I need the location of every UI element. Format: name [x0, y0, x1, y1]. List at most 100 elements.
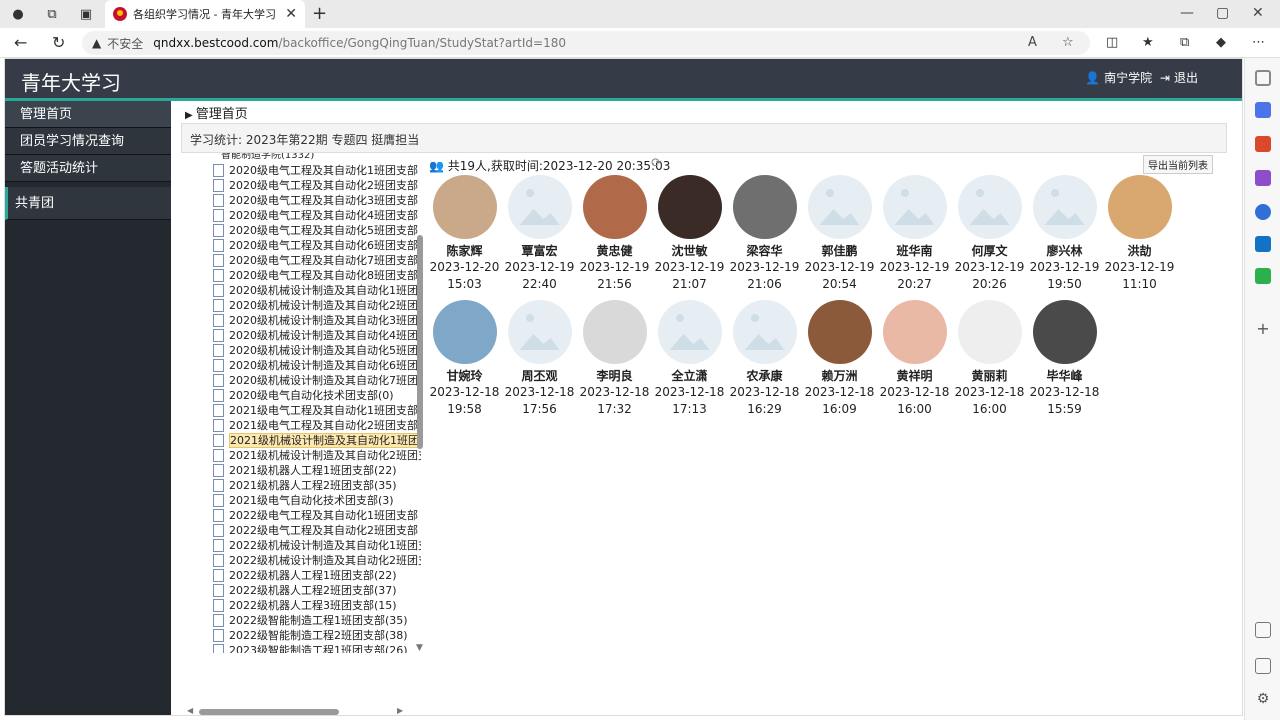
- copilot-icon[interactable]: [1255, 204, 1271, 220]
- tree-node-label: 2020级机械设计制造及其自动化6班团支部: [229, 359, 421, 372]
- sidebar-toggle-icon[interactable]: [1255, 658, 1271, 674]
- scroll-thumb[interactable]: [417, 235, 423, 449]
- close-tab-icon[interactable]: ✕: [285, 6, 297, 22]
- tree-node[interactable]: 2022级机器人工程2班团支部(37): [191, 583, 421, 598]
- tree-node[interactable]: 2021级机械设计制造及其自动化1班团支部: [191, 433, 421, 448]
- tree-node[interactable]: 2022级电气工程及其自动化2班团支部: [191, 523, 421, 538]
- add-icon[interactable]: +: [1255, 321, 1271, 338]
- tree-node[interactable]: 2020级机械设计制造及其自动化1班团支部: [191, 283, 421, 298]
- settings-icon[interactable]: ⚙: [1255, 692, 1271, 708]
- tree-node[interactable]: 2022级机器人工程1班团支部(22): [191, 568, 421, 583]
- document-icon: [213, 389, 224, 402]
- url-path: /backoffice/GongQingTuan/StudyStat?artId…: [278, 36, 566, 50]
- back-icon[interactable]: ←: [14, 33, 27, 52]
- breadcrumb: ▶ 管理首页: [185, 103, 248, 122]
- collections-icon[interactable]: ⧉: [42, 4, 62, 24]
- tree-node-label: 2022级机器人工程1班团支部(22): [229, 569, 397, 582]
- favorite-star-icon[interactable]: ☆: [1062, 35, 1074, 50]
- read-aloud-icon[interactable]: A: [1028, 35, 1037, 50]
- tree-node[interactable]: 2020级电气工程及其自动化3班团支部: [191, 193, 421, 208]
- logout-link[interactable]: 退出: [1174, 71, 1198, 85]
- site-brand[interactable]: 青年大学习: [21, 67, 121, 96]
- sidebar-item-quiz-stats[interactable]: 答题活动统计: [5, 155, 171, 182]
- tree-horizontal-scrollbar[interactable]: ◀ ▶: [187, 706, 407, 715]
- tree-node[interactable]: 2022级智能制造工程1班团支部(35): [191, 613, 421, 628]
- tree-node[interactable]: 2020级电气工程及其自动化5班团支部: [191, 223, 421, 238]
- tree-vertical-scrollbar[interactable]: ▼: [416, 153, 425, 665]
- tree-node[interactable]: 2022级智能制造工程2班团支部(38): [191, 628, 421, 643]
- outlook-icon[interactable]: [1255, 236, 1271, 252]
- document-icon: [213, 494, 224, 507]
- reload-icon[interactable]: ↻: [52, 33, 65, 52]
- person-card: 廖兴林 2023-12-19 19:50: [1027, 175, 1102, 293]
- tree-node[interactable]: 2022级电气工程及其自动化1班团支部: [191, 508, 421, 523]
- scroll-left-icon[interactable]: ◀: [187, 706, 193, 715]
- avatar: [732, 300, 797, 364]
- drop-icon[interactable]: [1255, 268, 1271, 284]
- tree-node[interactable]: 2020级电气工程及其自动化6班团支部: [191, 238, 421, 253]
- avatar: [432, 300, 497, 364]
- tree-node[interactable]: 2020级电气工程及其自动化8班团支部: [191, 268, 421, 283]
- tree-node[interactable]: 2021级机器人工程1班团支部(22): [191, 463, 421, 478]
- tab-actions-icon[interactable]: ▣: [76, 4, 96, 24]
- new-tab-button[interactable]: +: [312, 3, 327, 24]
- tree-node[interactable]: 2021级机器人工程2班团支部(35): [191, 478, 421, 493]
- tree-node[interactable]: 2020级电气工程及其自动化2班团支部: [191, 178, 421, 193]
- sidebar-item-home[interactable]: 管理首页: [5, 101, 171, 128]
- tools-icon[interactable]: [1255, 136, 1271, 152]
- tree-node[interactable]: 2020级机械设计制造及其自动化5班团支部: [191, 343, 421, 358]
- window-close-icon[interactable]: ✕: [1252, 5, 1264, 21]
- study-time: 21:06: [747, 277, 782, 291]
- person-card: 甘婉玲 2023-12-18 19:58: [427, 300, 502, 418]
- tree-node[interactable]: 2020级电气工程及其自动化7班团支部: [191, 253, 421, 268]
- tree-node[interactable]: 2022级机械设计制造及其自动化1班团支部: [191, 538, 421, 553]
- extension-icon[interactable]: ◆: [1216, 35, 1226, 50]
- split-screen-icon[interactable]: ◫: [1106, 35, 1118, 50]
- refresh-icon[interactable]: ⟳: [651, 156, 662, 171]
- tree-node[interactable]: 2020级机械设计制造及其自动化4班团支部: [191, 328, 421, 343]
- tree-node[interactable]: 2021级机械设计制造及其自动化2班团支部: [191, 448, 421, 463]
- tree-node[interactable]: 2021级电气自动化技术团支部(3): [191, 493, 421, 508]
- tree-node[interactable]: 2020级电气自动化技术团支部(0): [191, 388, 421, 403]
- hscroll-thumb[interactable]: [199, 709, 339, 715]
- breadcrumb-home[interactable]: 管理首页: [196, 107, 248, 122]
- tree-node[interactable]: 2022级机器人工程3班团支部(15): [191, 598, 421, 613]
- document-icon: [213, 569, 224, 582]
- shopping-icon[interactable]: [1255, 102, 1271, 118]
- export-list-button[interactable]: 导出当前列表: [1143, 155, 1213, 174]
- games-icon[interactable]: [1255, 170, 1271, 186]
- scroll-down-icon[interactable]: ▼: [416, 643, 423, 653]
- avatar: [1032, 300, 1097, 364]
- browser-tab-active[interactable]: 各组织学习情况 - 青年大学习 ✕: [105, 0, 305, 28]
- sidebar-item-study-query[interactable]: 团员学习情况查询: [5, 128, 171, 155]
- sidebar-item-youth-league[interactable]: 共青团: [5, 187, 171, 220]
- person-name: 黄祥明: [896, 369, 933, 383]
- user-name[interactable]: 南宁学院: [1104, 71, 1152, 85]
- scroll-right-icon[interactable]: ▶: [397, 706, 403, 715]
- tree-node[interactable]: 2020级机械设计制造及其自动化7班团支部: [191, 373, 421, 388]
- favorites-icon[interactable]: ★: [1142, 35, 1154, 50]
- tree-node[interactable]: 2020级机械设计制造及其自动化6班团支部: [191, 358, 421, 373]
- person-card: 黄忠健 2023-12-19 21:56: [577, 175, 652, 293]
- tree-node[interactable]: 2020级机械设计制造及其自动化2班团支部: [191, 298, 421, 313]
- minimize-icon[interactable]: —: [1180, 5, 1194, 21]
- maximize-icon[interactable]: ▢: [1216, 5, 1229, 21]
- tree-node[interactable]: 2021级电气工程及其自动化2班团支部: [191, 418, 421, 433]
- tree-node[interactable]: 2022级机械设计制造及其自动化2班团支部: [191, 553, 421, 568]
- profile-icon[interactable]: ●: [8, 4, 28, 24]
- avatar: [432, 175, 497, 239]
- document-icon: [213, 224, 224, 237]
- tree-node[interactable]: 2021级电气工程及其自动化1班团支部: [191, 403, 421, 418]
- more-menu-icon[interactable]: ⋯: [1252, 35, 1265, 50]
- tree-parent-node[interactable]: 智能制造学院(1332): [191, 153, 421, 163]
- tree-node[interactable]: 2020级电气工程及其自动化4班团支部: [191, 208, 421, 223]
- tree-node[interactable]: 2023级智能制造工程1班团支部(26): [191, 643, 421, 653]
- avatar: [507, 300, 572, 364]
- url-bar[interactable]: ▲ 不安全 qndxx.bestcood.com /backoffice/Gon…: [82, 31, 1090, 55]
- screenshot-icon[interactable]: [1255, 622, 1271, 638]
- search-icon[interactable]: [1255, 70, 1271, 86]
- study-time: 16:09: [822, 402, 857, 416]
- tree-node[interactable]: 2020级机械设计制造及其自动化3班团支部: [191, 313, 421, 328]
- collections-toolbar-icon[interactable]: ⧉: [1180, 35, 1189, 50]
- tree-node[interactable]: 2020级电气工程及其自动化1班团支部: [191, 163, 421, 178]
